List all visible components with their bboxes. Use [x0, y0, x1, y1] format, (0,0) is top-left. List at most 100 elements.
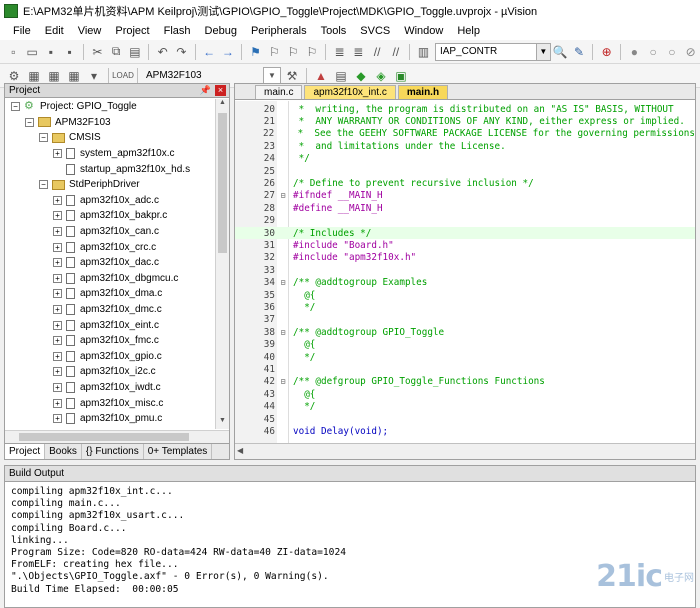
new-file-icon[interactable]: ▫ — [5, 43, 22, 61]
scroll-thumb[interactable] — [218, 113, 227, 253]
tree-item[interactable]: + apm32f10x_dmc.c — [5, 302, 216, 318]
expand-icon[interactable]: + — [53, 414, 62, 424]
paste-icon[interactable]: ▤ — [127, 43, 144, 61]
run-time-env-icon[interactable]: ▣ — [392, 67, 410, 85]
fold-icon[interactable]: ⊟ — [277, 377, 289, 386]
file-extensions-icon[interactable]: ▤ — [332, 67, 350, 85]
rebuild-icon[interactable]: ▦ — [45, 67, 63, 85]
tree-item[interactable]: + apm32f10x_pmu.c — [5, 411, 216, 427]
breakpoint-disable-icon[interactable]: ○ — [645, 43, 662, 61]
editor-tab[interactable]: main.h — [397, 85, 449, 99]
menu-item-project[interactable]: Project — [108, 25, 156, 37]
project-tree-hscroll[interactable] — [5, 430, 229, 443]
pane-tab-0[interactable]: Project — [5, 444, 46, 459]
redo-icon[interactable]: ↷ — [173, 43, 190, 61]
tree-item[interactable]: + apm32f10x_i2c.c — [5, 364, 216, 380]
menu-item-debug[interactable]: Debug — [198, 25, 244, 37]
expand-icon[interactable]: + — [53, 211, 62, 221]
indent-icon[interactable]: ≣ — [331, 43, 348, 61]
tree-item[interactable]: − StdPeriphDriver — [5, 177, 216, 193]
translate-icon[interactable]: ⚙ — [5, 67, 23, 85]
code-editor[interactable]: 20 * writing, the program is distributed… — [235, 101, 695, 443]
collapse-icon[interactable]: − — [39, 180, 48, 190]
menu-item-peripherals[interactable]: Peripherals — [244, 25, 314, 37]
pin-icon[interactable]: 📌 — [200, 85, 211, 96]
collapse-icon[interactable]: − — [39, 133, 48, 143]
tree-item[interactable]: + apm32f10x_dma.c — [5, 286, 216, 302]
expand-icon[interactable]: + — [53, 398, 62, 408]
unindent-icon[interactable]: ≣ — [350, 43, 367, 61]
expand-icon[interactable]: + — [53, 258, 62, 268]
tree-item[interactable]: startup_apm32f10x_hd.s — [5, 161, 216, 177]
pane-tab-2[interactable]: {} Functions — [82, 444, 144, 459]
tree-item[interactable]: + apm32f10x_crc.c — [5, 239, 216, 255]
expand-icon[interactable]: + — [53, 320, 62, 330]
target-options-icon[interactable]: ⚒ — [283, 67, 301, 85]
editor-hscroll[interactable]: ◀ — [235, 443, 695, 459]
close-icon[interactable]: × — [215, 85, 226, 96]
stop-build-icon[interactable]: ▾ — [85, 67, 103, 85]
menu-item-tools[interactable]: Tools — [314, 25, 354, 37]
menu-item-edit[interactable]: Edit — [38, 25, 71, 37]
tree-item[interactable]: − APM32F103 — [5, 115, 216, 131]
pane-tab-1[interactable]: Books — [45, 444, 82, 459]
save-all-icon[interactable]: ▪ — [61, 43, 78, 61]
expand-icon[interactable]: + — [53, 382, 62, 392]
menu-item-svcs[interactable]: SVCS — [353, 25, 397, 37]
download-icon[interactable]: LOAD — [112, 67, 134, 85]
fold-icon[interactable]: ⊟ — [277, 278, 289, 287]
build-icon[interactable]: ▦ — [25, 67, 43, 85]
pack-installer-icon[interactable]: ◈ — [372, 67, 390, 85]
breakpoint-icon[interactable]: ● — [626, 43, 643, 61]
fold-icon[interactable]: ⊟ — [277, 328, 289, 337]
tree-item[interactable]: + apm32f10x_bakpr.c — [5, 208, 216, 224]
collapse-icon[interactable]: − — [25, 117, 34, 127]
incremental-find-icon[interactable]: ✎ — [571, 43, 588, 61]
menu-item-view[interactable]: View — [71, 25, 109, 37]
debug-icon[interactable]: ⊕ — [598, 43, 615, 61]
find-in-files-icon[interactable]: ▥ — [415, 43, 432, 61]
tree-item[interactable]: + apm32f10x_iwdt.c — [5, 380, 216, 396]
tree-item[interactable]: + apm32f10x_dac.c — [5, 255, 216, 271]
find-combo[interactable]: IAP_CONTR ▼ — [434, 42, 551, 61]
expand-icon[interactable]: + — [53, 351, 62, 361]
tree-item[interactable]: − ⚙ Project: GPIO_Toggle — [5, 99, 216, 115]
menu-item-window[interactable]: Window — [397, 25, 450, 37]
editor-tab[interactable]: apm32f10x_int.c — [304, 85, 396, 99]
tree-item[interactable]: + apm32f10x_dbgmcu.c — [5, 271, 216, 287]
menu-item-help[interactable]: Help — [450, 25, 487, 37]
uncomment-icon[interactable]: // — [387, 43, 404, 61]
project-tree-vscroll[interactable]: ▲ ▼ — [215, 99, 229, 429]
tree-item[interactable]: + system_apm32f10x.c — [5, 146, 216, 162]
target-dropdown-icon[interactable]: ▼ — [263, 66, 281, 85]
scroll-down-icon[interactable]: ▼ — [216, 417, 229, 429]
open-file-icon[interactable]: ▭ — [24, 43, 41, 61]
scroll-thumb[interactable] — [19, 433, 189, 441]
expand-icon[interactable]: + — [53, 289, 62, 299]
breakpoint-kill-icon[interactable]: ⊘ — [682, 43, 699, 61]
breakpoint-clear-icon[interactable]: ○ — [664, 43, 681, 61]
find-icon[interactable]: 🔍 — [552, 43, 569, 61]
menu-item-file[interactable]: File — [6, 25, 38, 37]
expand-icon[interactable]: + — [53, 273, 62, 283]
nav-forward-icon[interactable]: → — [219, 43, 236, 61]
expand-icon[interactable]: + — [53, 149, 62, 159]
target-combo[interactable]: APM32F103 — [142, 67, 262, 85]
chevron-down-icon[interactable]: ▼ — [535, 43, 550, 60]
bookmark-clear-icon[interactable]: ⚐ — [303, 43, 320, 61]
expand-icon[interactable]: + — [53, 242, 62, 252]
pane-tab-3[interactable]: 0+ Templates — [144, 444, 213, 459]
manage-components-icon[interactable]: ▲ — [312, 67, 330, 85]
select-packs-icon[interactable]: ◆ — [352, 67, 370, 85]
tree-item[interactable]: + apm32f10x_eint.c — [5, 317, 216, 333]
tree-item[interactable]: − CMSIS — [5, 130, 216, 146]
batch-build-icon[interactable]: ▦ — [65, 67, 83, 85]
scroll-left-icon[interactable]: ◀ — [237, 446, 243, 455]
tree-item[interactable]: + apm32f10x_adc.c — [5, 193, 216, 209]
build-output-text[interactable]: compiling apm32f10x_int.c... compiling ma… — [5, 482, 695, 600]
copy-icon[interactable]: ⧉ — [108, 43, 125, 61]
tree-item[interactable]: + apm32f10x_fmc.c — [5, 333, 216, 349]
fold-icon[interactable]: ⊟ — [277, 191, 289, 200]
expand-icon[interactable]: + — [53, 367, 62, 377]
expand-icon[interactable]: + — [53, 227, 62, 237]
